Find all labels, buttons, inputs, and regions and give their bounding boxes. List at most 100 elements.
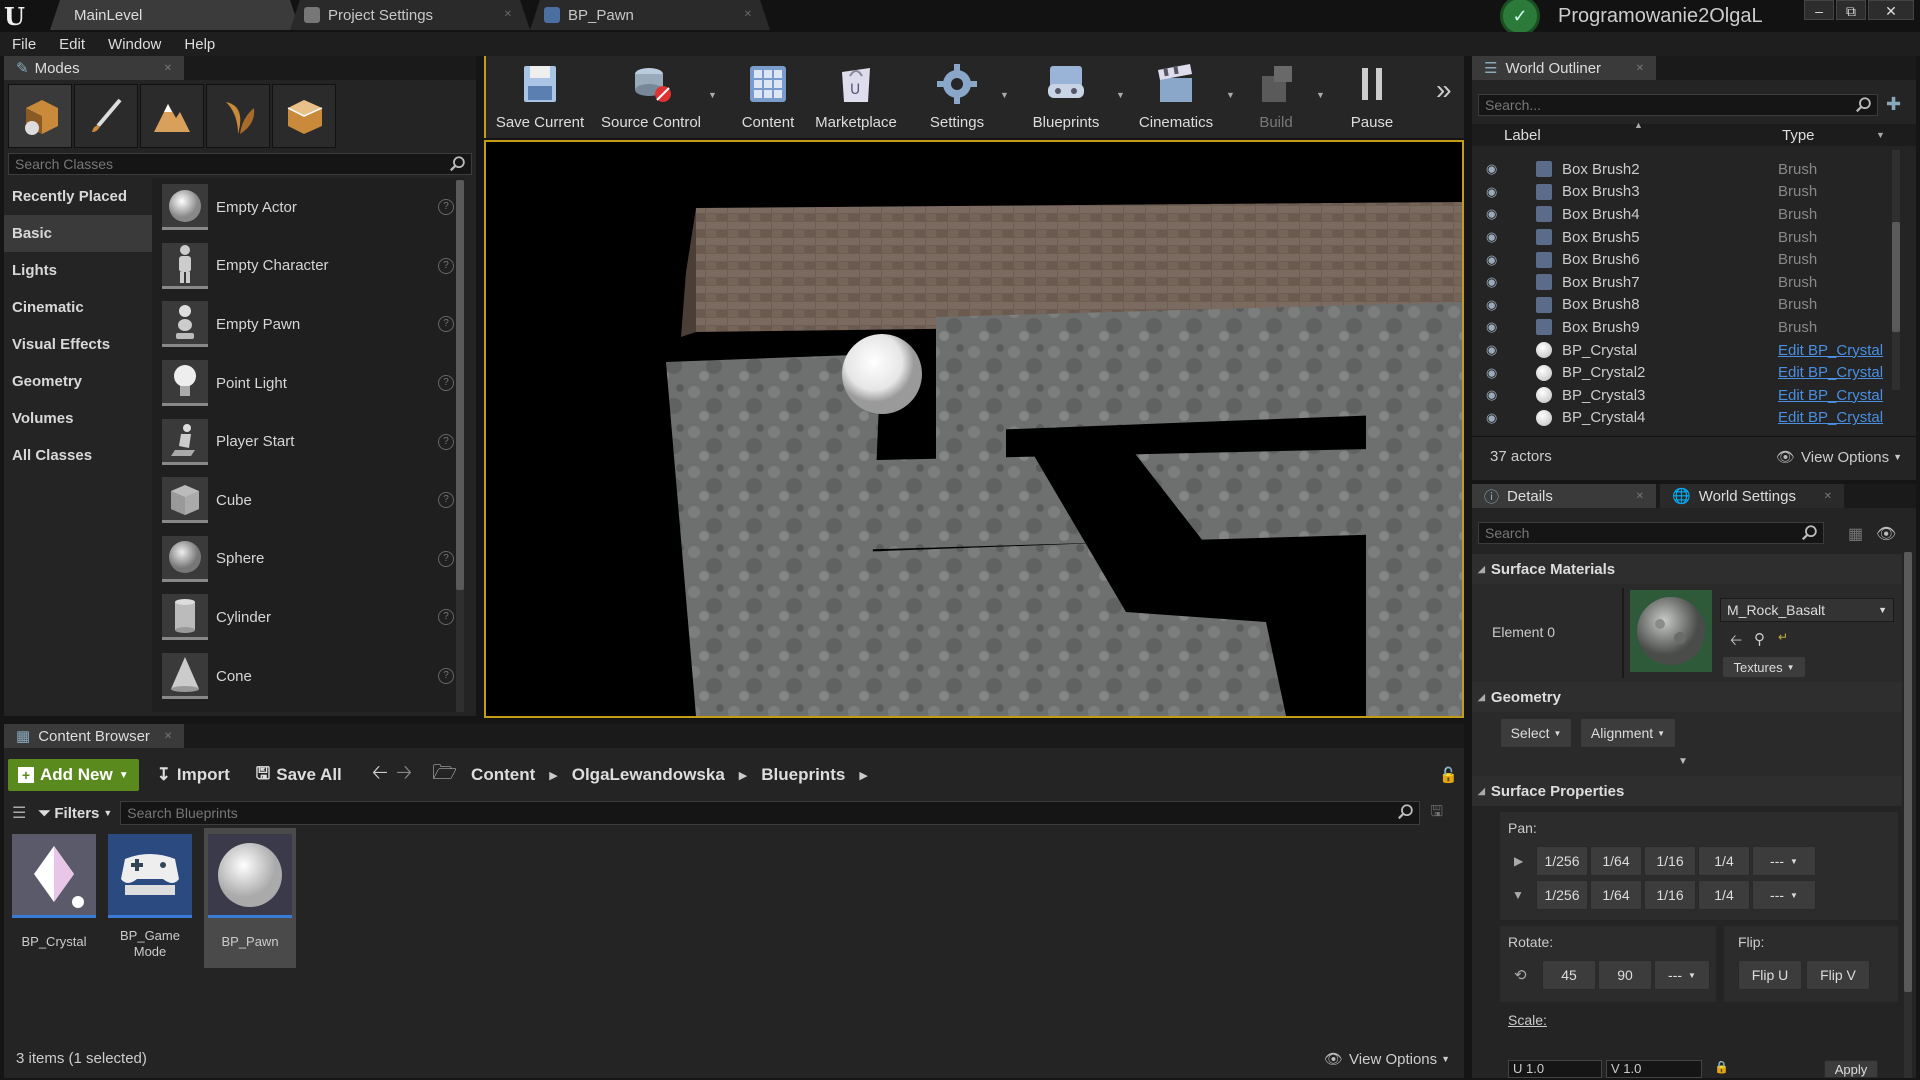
tab-bp-pawn[interactable]: BP_Pawn ✕ xyxy=(530,0,770,30)
geometry-header[interactable]: Geometry xyxy=(1472,682,1902,712)
outliner-scrollbar[interactable] xyxy=(1892,150,1900,390)
pan-step-button[interactable]: 1/16 xyxy=(1644,880,1696,910)
surface-properties-header[interactable]: Surface Properties xyxy=(1472,776,1902,806)
visibility-eye-icon[interactable]: ◉ xyxy=(1486,229,1504,245)
toolbar-overflow-button[interactable]: » xyxy=(1436,74,1452,106)
visibility-eye-icon[interactable]: ◉ xyxy=(1486,184,1504,200)
cb-view-options-button[interactable]: 👁 View Options ▼ xyxy=(1324,1050,1450,1069)
help-icon[interactable]: ? xyxy=(438,550,454,567)
outliner-row[interactable]: ◉ Box Brush4 Brush xyxy=(1472,203,1908,226)
source-control-button[interactable]: Source Control xyxy=(594,58,708,134)
restore-button[interactable]: ⧉ xyxy=(1836,0,1866,20)
help-icon[interactable]: ? xyxy=(438,668,454,685)
col-type-header[interactable]: Type xyxy=(1782,127,1815,144)
edit-blueprint-link[interactable]: Edit BP_Crystal xyxy=(1778,387,1883,404)
visibility-eye-icon[interactable]: ◉ xyxy=(1486,319,1504,335)
browse-search-icon[interactable]: ⚲ xyxy=(1754,630,1765,648)
add-new-button[interactable]: + Add New ▼ xyxy=(8,759,139,791)
tab-content-browser[interactable]: ▦ Content Browser ✕ xyxy=(4,724,185,748)
pawn-ball[interactable] xyxy=(842,334,922,414)
save-all-button[interactable]: 🖫 Save All xyxy=(256,761,342,790)
outliner-row[interactable]: ◉ BP_Crystal3 Edit BP_Crystal xyxy=(1472,384,1908,407)
class-item-sphere[interactable]: Sphere ? xyxy=(154,530,464,589)
category-recently-placed[interactable]: Recently Placed xyxy=(4,178,152,215)
class-item-player-start[interactable]: Player Start ? xyxy=(154,412,464,471)
col-label-header[interactable]: Label xyxy=(1504,127,1541,144)
foliage-mode-icon[interactable] xyxy=(206,84,270,148)
edit-blueprint-link[interactable]: Edit BP_Crystal xyxy=(1778,409,1883,426)
category-geometry[interactable]: Geometry xyxy=(4,363,152,400)
paint-mode-icon[interactable] xyxy=(74,84,138,148)
help-icon[interactable]: ? xyxy=(438,316,454,333)
pan-step-button[interactable]: 1/256 xyxy=(1536,880,1588,910)
cinematics-dropdown-icon[interactable]: ▼ xyxy=(1226,90,1235,100)
rotate-dropdown[interactable]: --- ▼ xyxy=(1654,960,1710,990)
lock-icon[interactable]: 🔒 xyxy=(1714,1060,1729,1074)
scroll-thumb[interactable] xyxy=(1892,222,1900,332)
visibility-eye-icon[interactable]: ◉ xyxy=(1486,387,1504,403)
details-scrollbar[interactable] xyxy=(1904,552,1912,1078)
filters-button[interactable]: ⏷ Filters ▼ xyxy=(38,805,112,822)
breadcrumb-olga[interactable]: OlgaLewandowska xyxy=(572,765,725,785)
geometry-mode-icon[interactable] xyxy=(272,84,336,148)
flip-u-button[interactable]: Flip U xyxy=(1738,960,1802,990)
blueprints-dropdown-icon[interactable]: ▼ xyxy=(1116,90,1125,100)
lock-icon[interactable]: 🔓 xyxy=(1439,766,1458,784)
pan-step-button[interactable]: 1/16 xyxy=(1644,846,1696,876)
visibility-eye-icon[interactable]: ◉ xyxy=(1486,252,1504,268)
category-visual-effects[interactable]: Visual Effects xyxy=(4,326,152,363)
outliner-row[interactable]: ◉ Box Brush7 Brush xyxy=(1472,271,1908,294)
user-account[interactable]: ✓ Programowanie2OlgaL xyxy=(1500,0,1800,36)
help-icon[interactable]: ? xyxy=(438,375,454,392)
use-selected-arrow-icon[interactable]: 🡠 xyxy=(1730,630,1742,655)
tab-world-settings[interactable]: 🌐 World Settings ✕ xyxy=(1660,484,1844,508)
asset-bp-crystal[interactable]: BP_Crystal xyxy=(10,834,98,949)
import-button[interactable]: ↧ Import xyxy=(157,765,230,785)
settings-button[interactable]: Settings xyxy=(914,58,1000,134)
tab-mainlevel[interactable]: MainLevel xyxy=(50,0,300,30)
visibility-eye-icon[interactable]: ◉ xyxy=(1486,297,1504,313)
asset-bp-game-mode[interactable]: BP_Game Mode xyxy=(106,834,194,960)
details-search-input[interactable]: Search xyxy=(1478,522,1824,544)
outliner-row[interactable]: ◉ Box Brush8 Brush xyxy=(1472,294,1908,317)
close-icon[interactable]: ✕ xyxy=(1636,491,1644,502)
scale-u-input[interactable]: U 1.0 xyxy=(1508,1060,1602,1078)
reset-arrow-icon[interactable]: ↵ xyxy=(1778,630,1788,644)
close-icon[interactable]: ✕ xyxy=(1636,63,1644,74)
alignment-button[interactable]: Alignment ▼ xyxy=(1580,718,1676,748)
outliner-row[interactable]: ◉ Box Brush2 Brush xyxy=(1472,158,1908,181)
category-basic[interactable]: Basic xyxy=(4,215,152,252)
asset-bp-pawn[interactable]: BP_Pawn xyxy=(204,828,296,968)
close-icon[interactable]: ✕ xyxy=(1824,491,1832,502)
scroll-thumb[interactable] xyxy=(456,180,464,590)
breadcrumb-arrow-icon[interactable]: ▶ xyxy=(859,769,867,782)
pan-dropdown[interactable]: --- ▼ xyxy=(1752,846,1816,876)
chevron-down-icon[interactable]: ▼ xyxy=(1876,130,1885,140)
breadcrumb-content[interactable]: Content xyxy=(471,765,535,785)
eye-icon[interactable]: 👁 xyxy=(1876,524,1896,544)
tab-details[interactable]: ⓘ Details ✕ xyxy=(1472,484,1656,508)
grid-view-icon[interactable]: ▦ xyxy=(1848,524,1863,544)
back-arrow-icon[interactable]: 🡠 xyxy=(372,758,388,792)
save-search-icon[interactable]: 🖫 xyxy=(1430,801,1443,826)
outliner-row[interactable]: ◉ BP_Crystal Edit BP_Crystal xyxy=(1472,339,1908,362)
rotate-90-button[interactable]: 90 xyxy=(1598,960,1652,990)
class-item-point-light[interactable]: Point Light ? xyxy=(154,354,464,413)
visibility-eye-icon[interactable]: ◉ xyxy=(1486,410,1504,426)
material-select[interactable]: M_Rock_Basalt ▼ xyxy=(1720,598,1894,622)
textures-button[interactable]: Textures ▼ xyxy=(1722,656,1806,678)
help-icon[interactable]: ? xyxy=(438,199,454,216)
visibility-eye-icon[interactable]: ◉ xyxy=(1486,365,1504,381)
class-item-empty-pawn[interactable]: Empty Pawn ? xyxy=(154,295,464,354)
visibility-eye-icon[interactable]: ◉ xyxy=(1486,274,1504,290)
add-folder-icon[interactable]: ✚ xyxy=(1886,94,1901,115)
menu-file[interactable]: File xyxy=(12,36,36,53)
pan-step-button[interactable]: 1/4 xyxy=(1698,846,1750,876)
surface-materials-header[interactable]: Surface Materials xyxy=(1472,554,1902,584)
forward-arrow-icon[interactable]: 🡢 xyxy=(396,758,412,792)
flip-v-button[interactable]: Flip V xyxy=(1806,960,1870,990)
rotate-ccw-icon[interactable]: ⟲ xyxy=(1514,966,1527,984)
apply-button[interactable]: Apply xyxy=(1824,1060,1878,1078)
breadcrumb-arrow-icon[interactable]: ▶ xyxy=(739,769,747,782)
help-icon[interactable]: ? xyxy=(438,492,454,509)
